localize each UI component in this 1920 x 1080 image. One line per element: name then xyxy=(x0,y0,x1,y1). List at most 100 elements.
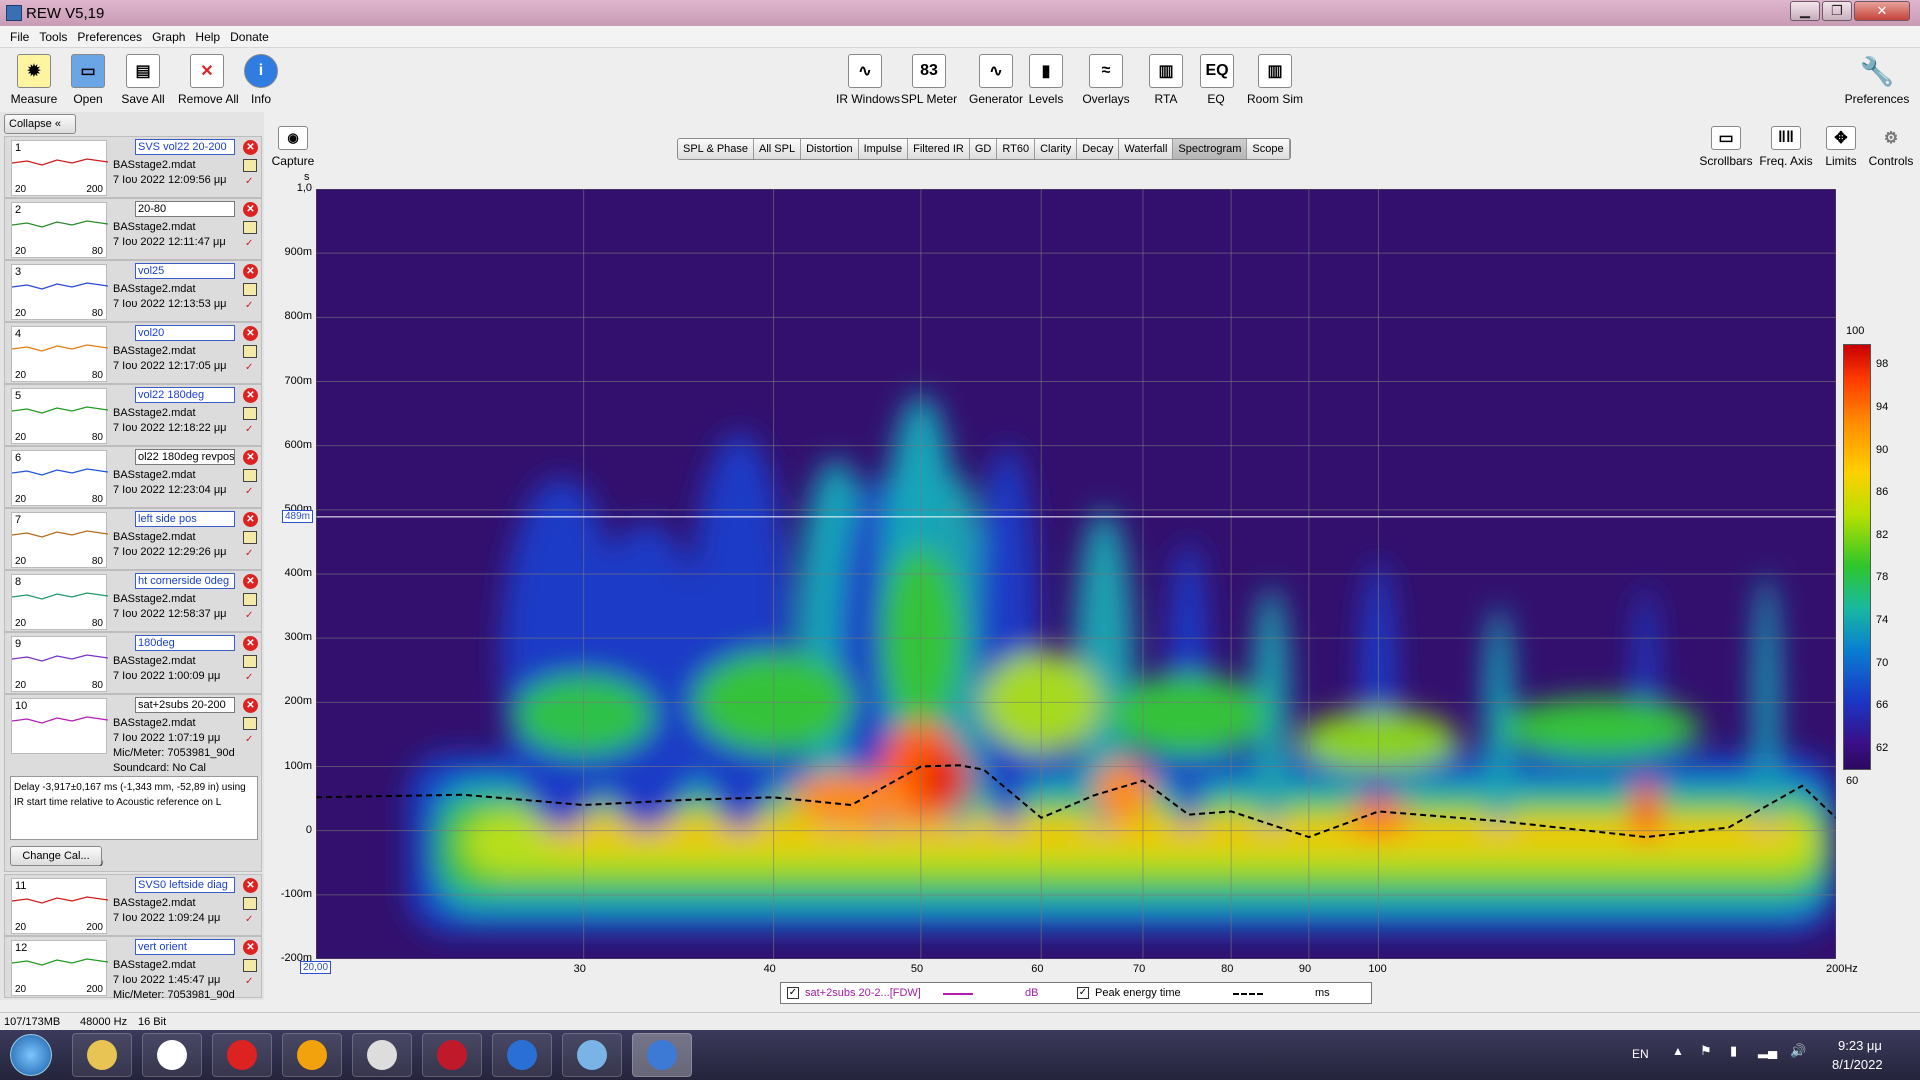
preferences-button[interactable]: 🔧 Preferences xyxy=(1842,54,1912,107)
tab-spectrogram[interactable]: Spectrogram xyxy=(1173,139,1248,159)
maximize-button[interactable]: ❐ xyxy=(1822,1,1852,21)
overlays-button[interactable]: ≈ Overlays xyxy=(1082,54,1130,106)
taskbar-app-chrome[interactable] xyxy=(142,1033,202,1077)
taskbar-app-app[interactable] xyxy=(422,1033,482,1077)
eq-button[interactable]: EQ EQ xyxy=(1200,54,1234,106)
start-button[interactable] xyxy=(10,1034,52,1076)
graph-toggle-icon[interactable] xyxy=(243,469,257,482)
check-icon[interactable]: ✓ xyxy=(245,915,257,925)
tab-distortion[interactable]: Distortion xyxy=(801,139,859,159)
tab-spl-phase[interactable]: SPL & Phase xyxy=(678,139,755,159)
measurement-name-field[interactable]: vol22 180deg xyxy=(135,387,235,403)
language-indicator[interactable]: EN xyxy=(1632,1047,1649,1061)
measurement-item[interactable]: 5 20 80 vol22 180deg BASstage2.mdat 7 Ιου 202… xyxy=(4,384,262,446)
tab-waterfall[interactable]: Waterfall xyxy=(1119,139,1174,159)
check-icon[interactable]: ✓ xyxy=(245,363,257,373)
taskbar-app-paint[interactable] xyxy=(562,1033,622,1077)
info-button[interactable]: i Info xyxy=(244,54,278,106)
delete-measurement-icon[interactable]: ✕ xyxy=(243,388,258,403)
network-icon[interactable]: ▮ xyxy=(1730,1043,1737,1059)
open-button[interactable]: ▭ Open xyxy=(66,54,110,106)
menu-preferences[interactable]: Preferences xyxy=(77,30,142,44)
measurement-name-field[interactable]: 20-80 xyxy=(135,201,235,217)
generator-button[interactable]: ∿ Generator xyxy=(968,54,1024,106)
measurement-name-field[interactable]: vol20 xyxy=(135,325,235,341)
measurement-item[interactable]: 8 20 80 ht cornerside 0deg BASstage2.mdat 7 Ι… xyxy=(4,570,262,632)
tab-scope[interactable]: Scope xyxy=(1247,139,1290,159)
close-button[interactable]: ✕ xyxy=(1854,1,1910,21)
graph-toggle-icon[interactable] xyxy=(243,593,257,606)
measurement-item[interactable]: 11 20 200 SVS0 leftside diag BASstage2.mdat 7… xyxy=(4,874,262,936)
tab-impulse[interactable]: Impulse xyxy=(858,139,909,159)
measurement-item[interactable]: 7 20 80 left side pos BASstage2.mdat 7 Ιου 20… xyxy=(4,508,262,570)
capture-button[interactable]: ◉ Capture xyxy=(270,126,316,168)
remove-all-button[interactable]: ✕ Remove All xyxy=(178,54,239,106)
taskbar-app-notepad[interactable] xyxy=(352,1033,412,1077)
menu-donate[interactable]: Donate xyxy=(230,30,269,44)
graph-toggle-icon[interactable] xyxy=(243,159,257,172)
measurement-name-field[interactable]: SVS vol22 20-200 xyxy=(135,139,235,155)
check-icon[interactable]: ✓ xyxy=(245,611,257,621)
tab-filtered-ir[interactable]: Filtered IR xyxy=(908,139,970,159)
menu-tools[interactable]: Tools xyxy=(39,30,67,44)
freq-axis-button[interactable]: ‖‖ Freq. Axis xyxy=(1758,126,1814,168)
menu-graph[interactable]: Graph xyxy=(152,30,185,44)
graph-toggle-icon[interactable] xyxy=(243,221,257,234)
spectrogram-plot[interactable] xyxy=(316,189,1836,959)
measurement-item[interactable]: 12 20 200 vert orient BASstage2.mdat 7 Ιου 20… xyxy=(4,936,262,1000)
delete-measurement-icon[interactable]: ✕ xyxy=(243,450,258,465)
delete-measurement-icon[interactable]: ✕ xyxy=(243,202,258,217)
controls-button[interactable]: ⚙ Controls xyxy=(1866,126,1916,168)
delete-measurement-icon[interactable]: ✕ xyxy=(243,140,258,155)
taskbar-app-explorer[interactable] xyxy=(72,1033,132,1077)
clock-date[interactable]: 8/1/2022 xyxy=(1832,1057,1883,1072)
measurement-name-field[interactable]: vol25 xyxy=(135,263,235,279)
spl-meter-button[interactable]: 83 SPL Meter xyxy=(900,54,958,106)
scrollbars-button[interactable]: ▭ Scrollbars xyxy=(1698,126,1754,168)
collapse-button[interactable]: Collapse « xyxy=(4,114,76,134)
series-checkbox[interactable]: ✓ xyxy=(787,987,799,999)
graph-toggle-icon[interactable] xyxy=(243,717,257,730)
delete-measurement-icon[interactable]: ✕ xyxy=(243,326,258,341)
clock-time[interactable]: 9:23 μμ xyxy=(1838,1038,1882,1053)
limits-button[interactable]: ✥ Limits xyxy=(1818,126,1864,168)
tab-rt60[interactable]: RT60 xyxy=(997,139,1036,159)
room-sim-button[interactable]: ▥ Room Sim xyxy=(1246,54,1304,106)
graph-toggle-icon[interactable] xyxy=(243,531,257,544)
check-icon[interactable]: ✓ xyxy=(245,425,257,435)
taskbar-app-opera[interactable] xyxy=(212,1033,272,1077)
taskbar-app-audacity[interactable] xyxy=(492,1033,552,1077)
check-icon[interactable]: ✓ xyxy=(245,549,257,559)
levels-button[interactable]: ▮ Levels xyxy=(1026,54,1066,106)
volume-icon[interactable]: 🔊 xyxy=(1790,1043,1806,1059)
graph-toggle-icon[interactable] xyxy=(243,655,257,668)
tab-decay[interactable]: Decay xyxy=(1077,139,1120,159)
taskbar-app-rew[interactable] xyxy=(632,1033,692,1077)
measurement-item[interactable]: 6 20 80 ol22 180deg revpos BASstage2.mdat 7 Ι… xyxy=(4,446,262,508)
rta-button[interactable]: ▥ RTA xyxy=(1148,54,1184,106)
check-icon[interactable]: ✓ xyxy=(245,977,257,987)
graph-toggle-icon[interactable] xyxy=(243,283,257,296)
minimize-button[interactable]: ▁ xyxy=(1790,1,1820,21)
delete-measurement-icon[interactable]: ✕ xyxy=(243,264,258,279)
measure-button[interactable]: ✹ Measure xyxy=(10,54,58,106)
tab-clarity[interactable]: Clarity xyxy=(1035,139,1078,159)
check-icon[interactable]: ✓ xyxy=(245,487,257,497)
tray-arrow-icon[interactable]: ▲ xyxy=(1672,1044,1684,1058)
ir-windows-button[interactable]: ∿ IR Windows xyxy=(836,54,900,106)
signal-icon[interactable]: ▂▄ xyxy=(1758,1043,1777,1059)
save-all-button[interactable]: ▤ Save All xyxy=(118,54,168,106)
flag-icon[interactable]: ⚑ xyxy=(1700,1043,1712,1059)
tab-gd[interactable]: GD xyxy=(969,139,998,159)
change-cal-button[interactable]: Change Cal... xyxy=(10,846,102,866)
taskbar-app-ghostery[interactable] xyxy=(282,1033,342,1077)
graph-toggle-icon[interactable] xyxy=(243,407,257,420)
tab-all-spl[interactable]: All SPL xyxy=(754,139,802,159)
measurement-name-field[interactable]: ol22 180deg revpos xyxy=(135,449,235,465)
check-icon[interactable]: ✓ xyxy=(245,673,257,683)
check-icon[interactable]: ✓ xyxy=(245,735,257,745)
peak-checkbox[interactable]: ✓ xyxy=(1077,987,1089,999)
menu-help[interactable]: Help xyxy=(195,30,220,44)
menu-file[interactable]: File xyxy=(10,30,29,44)
graph-toggle-icon[interactable] xyxy=(243,345,257,358)
